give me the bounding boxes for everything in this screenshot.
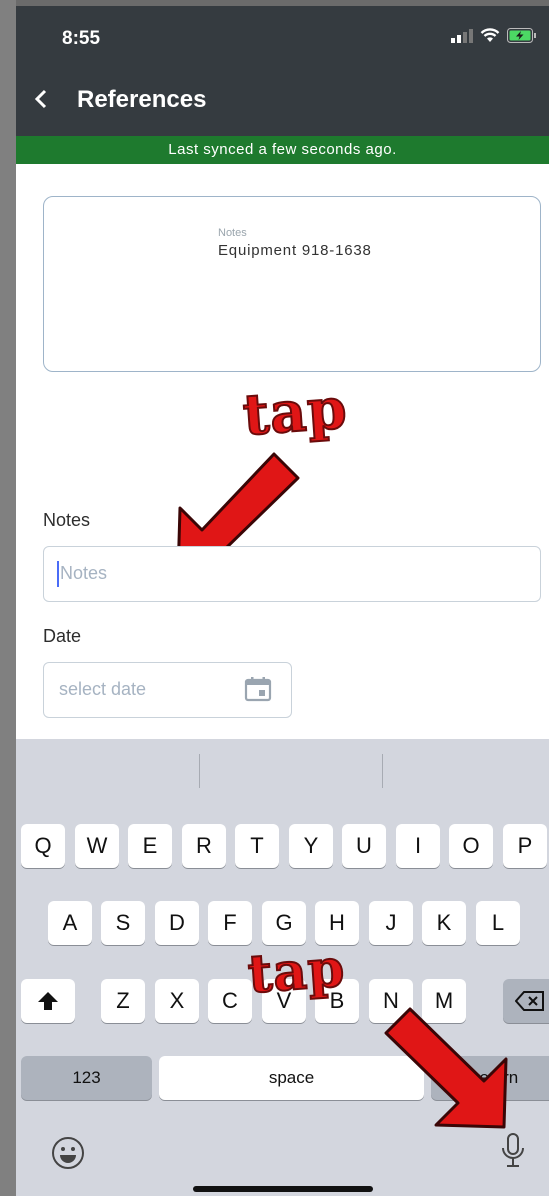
key-w[interactable]: W [75, 824, 119, 868]
date-field-label: Date [43, 626, 82, 646]
wifi-icon [480, 28, 500, 42]
date-placeholder: select date [59, 679, 147, 699]
microphone-icon[interactable] [499, 1132, 527, 1172]
red-arrow-annotation-bottom [384, 1007, 508, 1129]
key-k[interactable]: K [422, 901, 466, 945]
suggestion-bar [16, 739, 549, 801]
key-l[interactable]: L [476, 901, 520, 945]
signal-icon [451, 28, 473, 43]
key-x[interactable]: X [155, 979, 199, 1023]
chevron-left-icon [34, 89, 47, 109]
backspace-icon [514, 991, 544, 1011]
phone-screen: 8:55 References Last synced a few second… [16, 6, 549, 1196]
screenshot-frame-left [0, 0, 16, 1196]
battery-charging-icon [507, 28, 536, 43]
back-button[interactable] [34, 88, 48, 116]
reference-card[interactable]: Notes Equipment 918-1638 [43, 196, 541, 372]
key-d[interactable]: D [155, 901, 199, 945]
onscreen-keyboard: Q W E R T Y U I O P A S D F G H J K L Z … [16, 739, 549, 1196]
card-notes-label: Notes [218, 227, 247, 239]
emoji-icon[interactable] [51, 1136, 85, 1170]
key-a[interactable]: A [48, 901, 92, 945]
notes-field-label: Notes [43, 510, 91, 530]
key-f[interactable]: F [208, 901, 252, 945]
key-e[interactable]: E [128, 824, 172, 868]
notes-input[interactable]: Notes [43, 546, 541, 602]
key-t[interactable]: T [235, 824, 279, 868]
date-picker-input[interactable]: select date [43, 662, 292, 718]
key-z[interactable]: Z [101, 979, 145, 1023]
key-o[interactable]: O [449, 824, 493, 868]
key-g[interactable]: G [262, 901, 306, 945]
key-y[interactable]: Y [289, 824, 333, 868]
suggestion-divider [382, 754, 383, 788]
card-notes-value: Equipment 918-1638 [218, 242, 372, 259]
key-j[interactable]: J [369, 901, 413, 945]
status-icons [451, 28, 537, 43]
page-title: References [77, 86, 207, 113]
key-q[interactable]: Q [21, 824, 65, 868]
tap-annotation-bottom: tap [245, 937, 348, 1007]
calendar-icon[interactable] [244, 676, 272, 702]
status-bar: 8:55 [16, 6, 549, 68]
key-c[interactable]: C [208, 979, 252, 1023]
key-s[interactable]: S [101, 901, 145, 945]
sync-status-banner: Last synced a few seconds ago. [16, 136, 549, 164]
key-i[interactable]: I [396, 824, 440, 868]
key-u[interactable]: U [342, 824, 386, 868]
text-cursor [57, 561, 59, 587]
key-r[interactable]: R [182, 824, 226, 868]
home-indicator [193, 1186, 373, 1192]
shift-icon [38, 992, 58, 1010]
tap-annotation-top: tap [240, 374, 351, 449]
numbers-key[interactable]: 123 [21, 1056, 152, 1100]
suggestion-divider [199, 754, 200, 788]
notes-placeholder: Notes [60, 563, 108, 583]
key-p[interactable]: P [503, 824, 547, 868]
status-time: 8:55 [62, 28, 101, 49]
shift-key[interactable] [21, 979, 75, 1023]
nav-bar: References [16, 68, 549, 136]
